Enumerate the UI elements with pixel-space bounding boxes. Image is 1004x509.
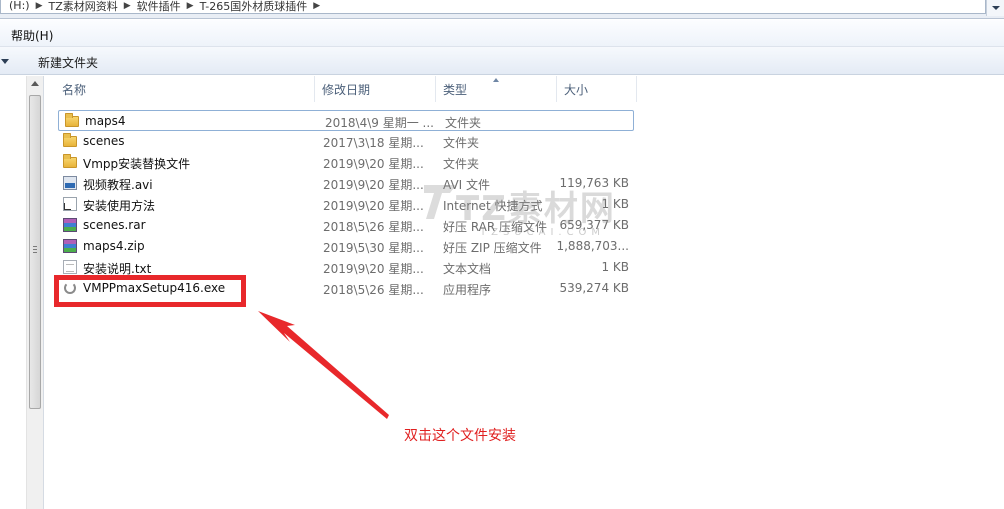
file-name[interactable]: 安装使用方法 — [83, 197, 155, 214]
file-date: 2019\9\20 星期... — [323, 199, 424, 213]
file-size: 119,763 KB — [559, 176, 629, 190]
breadcrumb-separator-icon[interactable]: ▶ — [36, 1, 43, 11]
file-date: 2019\5\30 星期... — [323, 241, 424, 255]
file-size: 659,377 KB — [559, 218, 629, 232]
highlight-box — [54, 275, 246, 307]
file-type: 文件夹 — [443, 157, 480, 171]
video-file-icon — [63, 176, 77, 190]
file-list: maps4 2018\4\9 星期一 ... 文件夹 scenes 2017\3… — [57, 110, 637, 299]
shortcut-icon — [63, 197, 77, 211]
folder-icon — [65, 113, 79, 127]
breadcrumb-separator-icon[interactable]: ▶ — [124, 1, 131, 11]
file-type: 文件夹 — [443, 136, 480, 150]
breadcrumb-separator-icon[interactable]: ▶ — [313, 1, 320, 11]
list-item[interactable]: scenes.rar 2018\5\26 星期... 好压 RAR 压缩文件 6… — [57, 215, 637, 236]
column-header-name[interactable]: 名称 — [55, 76, 315, 102]
text-file-icon — [63, 260, 77, 274]
arrow-shape — [258, 311, 389, 419]
file-date: 2019\9\20 星期... — [323, 262, 424, 276]
address-breadcrumb[interactable]: (H:) ▶ TZ素材网资料 ▶ 软件插件 ▶ T-265国外材质球插件 ▶ — [0, 0, 986, 14]
file-date: 2019\9\20 星期... — [323, 178, 424, 192]
list-item[interactable]: 视频教程.avi 2019\9\20 星期... AVI 文件 119,763 … — [57, 173, 637, 194]
file-date: 2017\3\18 星期... — [323, 136, 424, 150]
file-type: 好压 ZIP 压缩文件 — [443, 241, 542, 255]
scrollbar-thumb[interactable] — [29, 95, 41, 409]
file-type: Internet 快捷方式 — [443, 199, 543, 213]
file-type: 文本文档 — [443, 262, 492, 276]
file-name[interactable]: maps4 — [85, 114, 126, 128]
file-type: 文件夹 — [445, 116, 482, 130]
file-size: 1 KB — [601, 260, 629, 274]
address-bar: (H:) ▶ TZ素材网资料 ▶ 软件插件 ▶ T-265国外材质球插件 ▶ — [0, 0, 1004, 19]
archive-icon — [63, 218, 77, 232]
column-headers: 名称 修改日期 类型 大小 — [45, 76, 1004, 102]
list-item[interactable]: maps4.zip 2019\5\30 星期... 好压 ZIP 压缩文件 1,… — [57, 236, 637, 257]
archive-icon — [63, 239, 77, 253]
grip-icon — [33, 246, 37, 253]
folder-icon — [63, 154, 77, 168]
file-type: 好压 RAR 压缩文件 — [443, 220, 548, 234]
menu-bar: 帮助(H) — [0, 20, 1004, 47]
new-folder-button[interactable]: 新建文件夹 — [38, 54, 98, 71]
address-history-button[interactable] — [986, 0, 1004, 16]
file-date: 2018\4\9 星期一 ... — [325, 116, 434, 130]
file-type: 应用程序 — [443, 283, 492, 297]
file-size: 1,888,703... — [556, 239, 629, 253]
file-date: 2018\5\26 星期... — [323, 283, 424, 297]
file-name[interactable]: 视频教程.avi — [83, 176, 153, 193]
annotation-text: 双击这个文件安装 — [404, 428, 516, 444]
chevron-down-icon — [991, 6, 1000, 10]
file-type: AVI 文件 — [443, 178, 491, 192]
breadcrumb-separator-icon[interactable]: ▶ — [187, 1, 194, 11]
list-item[interactable]: 安装使用方法 2019\9\20 星期... Internet 快捷方式 1 K… — [57, 194, 637, 215]
folder-icon — [63, 133, 77, 147]
file-size: 539,274 KB — [559, 281, 629, 295]
menu-help[interactable]: 帮助(H) — [11, 27, 53, 44]
list-item[interactable]: Vmpp安装替换文件 2019\9\20 星期... 文件夹 — [57, 152, 637, 173]
navigation-scrollbar[interactable] — [26, 76, 43, 509]
breadcrumb-drive[interactable]: (H:) — [3, 0, 36, 12]
command-bar: 新建文件夹 — [0, 47, 1004, 75]
file-name[interactable]: scenes.rar — [83, 218, 146, 232]
file-name[interactable]: Vmpp安装替换文件 — [83, 155, 190, 172]
breadcrumb-folder-2[interactable]: 软件插件 — [131, 0, 187, 13]
organize-dropdown-icon[interactable] — [1, 59, 9, 64]
breadcrumb-folder-3[interactable]: T-265国外材质球插件 — [194, 0, 314, 13]
list-item[interactable]: scenes 2017\3\18 星期... 文件夹 — [57, 131, 637, 152]
file-name[interactable]: scenes — [83, 134, 124, 148]
column-header-size[interactable]: 大小 — [557, 76, 637, 102]
file-size: 1 KB — [601, 197, 629, 211]
breadcrumb-folder-1[interactable]: TZ素材网资料 — [42, 0, 123, 13]
file-name[interactable]: maps4.zip — [83, 239, 145, 253]
file-date: 2019\9\20 星期... — [323, 157, 424, 171]
column-header-date[interactable]: 修改日期 — [315, 76, 436, 102]
file-date: 2018\5\26 星期... — [323, 220, 424, 234]
scroll-up-icon[interactable] — [31, 81, 39, 86]
sort-indicator-icon — [493, 78, 499, 82]
list-item[interactable]: maps4 2018\4\9 星期一 ... 文件夹 — [58, 110, 634, 131]
